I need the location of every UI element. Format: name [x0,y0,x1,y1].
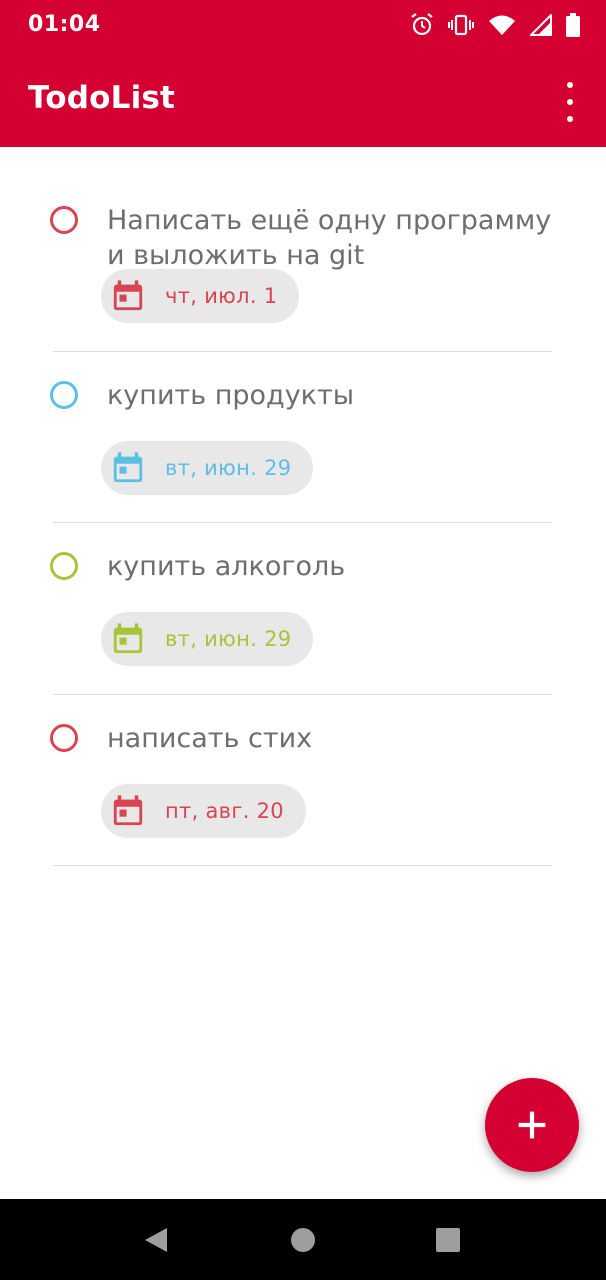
task-date: пт, авг. 20 [165,799,284,823]
plus-icon [518,1111,546,1139]
top-bar: 01:04 4 TodoList [0,0,606,147]
navigation-bar [0,1199,606,1280]
back-button[interactable] [116,1199,196,1280]
calendar-icon [113,795,143,826]
status-bar: 01:04 4 [0,0,606,52]
alarm-icon [411,13,433,36]
task-title: написать стих [107,723,313,754]
date-chip[interactable]: пт, авг. 20 [101,784,306,838]
task-date: вт, июн. 29 [165,456,292,480]
divider [53,351,552,352]
battery-icon [566,13,580,37]
task-title: Написать ещё одну программу и выложить н… [107,205,552,271]
date-chip[interactable]: чт, июл. 1 [101,269,300,323]
recents-icon [436,1227,460,1252]
task-checkbox[interactable] [50,724,78,752]
home-button[interactable] [263,1199,343,1280]
date-chip[interactable]: вт, июн. 29 [101,612,314,666]
task-checkbox[interactable] [50,381,78,409]
add-task-button[interactable] [485,1078,579,1172]
task-date: чт, июл. 1 [165,284,278,308]
status-time: 01:04 [28,12,101,37]
back-icon [145,1227,167,1252]
home-icon [291,1227,315,1252]
task-title: купить алкоголь [107,551,346,582]
calendar-icon [113,280,143,311]
status-icons: 4 [410,12,580,38]
more-vert-icon[interactable] [558,82,582,122]
wifi-icon: 4 [489,15,515,36]
task-checkbox[interactable] [50,206,78,234]
divider [53,694,552,695]
app-title: TodoList [28,80,176,116]
calendar-icon [113,623,143,654]
calendar-icon [113,452,143,483]
task-checkbox[interactable] [50,552,78,580]
task-date: вт, июн. 29 [165,627,292,651]
divider [53,865,552,866]
date-chip[interactable]: вт, июн. 29 [101,441,314,495]
vibrate-icon [448,14,474,36]
svg-text:4: 4 [506,28,512,36]
signal-icon [530,14,552,36]
recents-button[interactable] [408,1199,488,1280]
task-title: купить продукты [107,380,355,411]
divider [53,522,552,523]
